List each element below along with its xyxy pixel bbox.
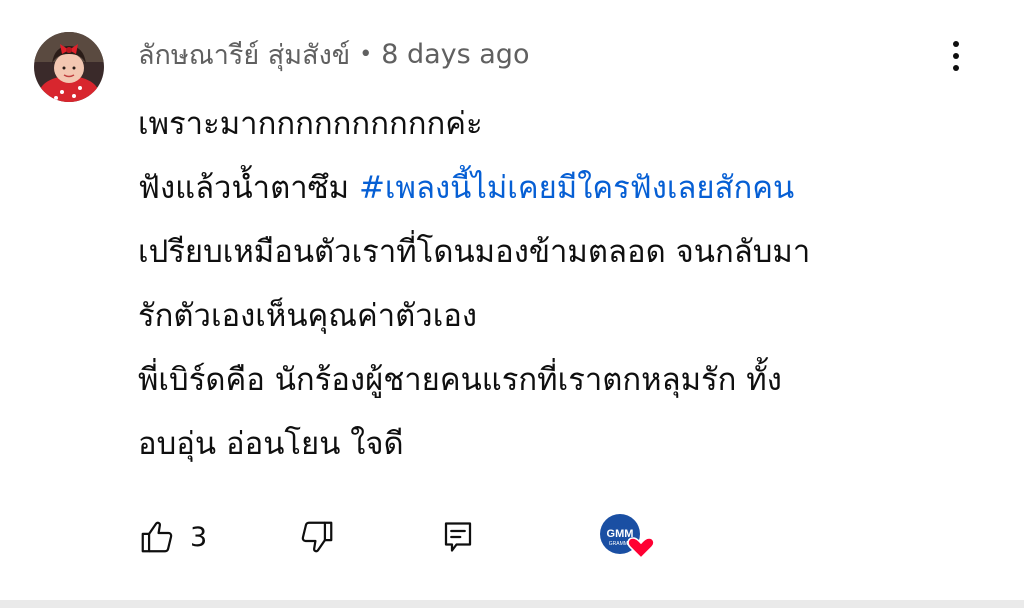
creator-heart[interactable]: GMM GRAMMY [596, 512, 658, 562]
thumbs-up-icon [141, 521, 173, 553]
more-vertical-icon [953, 41, 959, 47]
separator-dot: • [359, 41, 373, 67]
comment-line: เพราะมากกกกกกกกกกค่ะ [138, 106, 483, 142]
comment-line: พี่เบิร์ดคือ นักร้องผู้ชายคนแรกที่เราตกห… [138, 362, 782, 398]
section-divider [0, 600, 1024, 608]
comment-line: เปรียบเหมือนตัวเราที่โดนมองข้ามตลอด จนกล… [138, 234, 811, 270]
comment-line: ฟังแล้วน้ำตาซึม #เพลงนี้ไม่เคยมีใครฟังเล… [138, 156, 978, 220]
like-count: 3 [190, 521, 208, 553]
more-options-button[interactable] [938, 34, 974, 78]
heart-icon [627, 537, 655, 560]
author-name[interactable]: ลักษณารีย์ สุ่มสังข์ [138, 33, 350, 76]
comment-line: อบอุ่น อ่อนโยน ใจดี [138, 426, 404, 462]
more-vertical-icon-dot [953, 53, 959, 59]
comment-timestamp[interactable]: 8 days ago [381, 39, 529, 70]
reply-button[interactable] [440, 512, 476, 562]
avatar[interactable] [34, 32, 104, 102]
comment-text: ฟังแล้วน้ำตาซึม [138, 170, 359, 206]
comment-actions: 3 GMM GRAMMY [138, 512, 698, 562]
comment-header: ลักษณารีย์ สุ่มสังข์ • 8 days ago [138, 34, 529, 74]
hashtag-link[interactable]: #เพลงนี้ไม่เคยมีใครฟังเลยสักคน [359, 170, 794, 206]
avatar-image [34, 32, 104, 102]
thumbs-down-icon [301, 521, 333, 553]
reply-icon [444, 522, 472, 552]
creator-heart-icon: GMM GRAMMY [600, 514, 655, 560]
dislike-button[interactable] [298, 512, 336, 562]
comment-line: รักตัวเองเห็นคุณค่าตัวเอง [138, 298, 478, 334]
comment-thread: ลักษณารีย์ สุ่มสังข์ • 8 days ago เพราะม… [0, 0, 1024, 600]
like-button[interactable]: 3 [138, 512, 207, 562]
comment-body: เพราะมากกกกกกกกกกค่ะ ฟังแล้วน้ำตาซึม #เพ… [138, 92, 978, 476]
more-vertical-icon-dot [953, 65, 959, 71]
